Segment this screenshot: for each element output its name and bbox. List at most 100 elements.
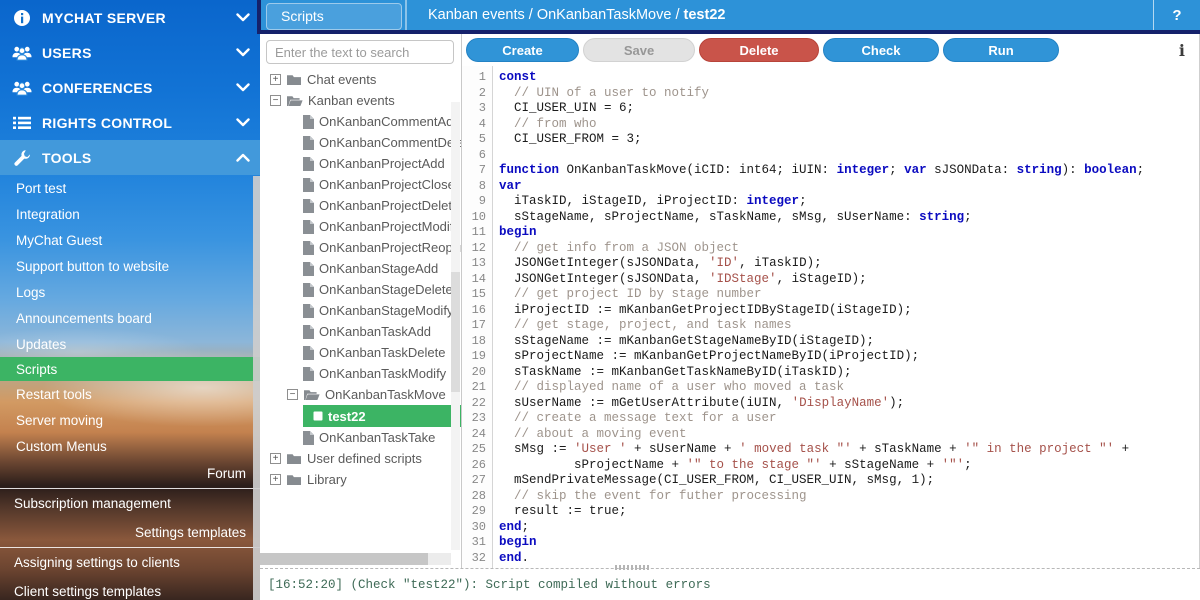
tree-item-test22[interactable]: test22 — [303, 405, 461, 427]
tree-item-onkanbancommentdelete[interactable]: OnKanbanCommentDelete — [260, 132, 461, 153]
tree-item-onkanbantaskdelete[interactable]: OnKanbanTaskDelete — [260, 342, 461, 363]
code-line: CI_USER_FROM = 3; — [499, 132, 1144, 148]
sidebar-item-client-settings-templates[interactable]: Client settings templates — [0, 577, 260, 600]
sidebar-subitem-announcements-board[interactable]: Announcements board — [0, 305, 260, 331]
sidebar-scrollbar[interactable] — [253, 176, 260, 600]
sidebar-item-label: USERS — [42, 45, 236, 61]
chevron-down-icon — [236, 114, 250, 132]
line-number: 12 — [462, 241, 486, 257]
sidebar-subitem-port-test[interactable]: Port test — [0, 175, 260, 201]
tree-item-kanban-events[interactable]: −Kanban events — [260, 90, 461, 111]
line-number: 17 — [462, 318, 486, 334]
expand-icon[interactable]: + — [270, 453, 281, 464]
sidebar-subitem-support-button-to-website[interactable]: Support button to website — [0, 253, 260, 279]
line-number: 29 — [462, 504, 486, 520]
folder-open-icon — [286, 94, 303, 107]
splitter-grip[interactable] — [615, 565, 651, 570]
tree-item-user-defined-scripts[interactable]: +User defined scripts — [260, 448, 461, 469]
sidebar-item-forum[interactable]: Forum — [0, 459, 260, 488]
tree-item-onkanbantaskmodify[interactable]: OnKanbanTaskModify — [260, 363, 461, 384]
sidebar-item-rights-control[interactable]: RIGHTS CONTROL — [0, 105, 260, 140]
tree-item-label: Library — [307, 472, 347, 487]
users-icon — [12, 43, 32, 63]
help-icon[interactable]: ? — [1154, 0, 1200, 30]
sidebar-item-label: RIGHTS CONTROL — [42, 115, 236, 131]
expand-icon[interactable]: + — [270, 474, 281, 485]
tree-item-onkanbanprojectclose[interactable]: OnKanbanProjectClose — [260, 174, 461, 195]
line-number: 11 — [462, 225, 486, 241]
tree-item-library[interactable]: + Library — [260, 469, 461, 490]
tree-item-onkanbancommentadd[interactable]: OnKanbanCommentAdd — [260, 111, 461, 132]
tree-horizontal-scrollbar[interactable] — [260, 553, 451, 565]
tab-scripts[interactable]: Scripts — [266, 3, 402, 30]
sidebar-item-mychat-server[interactable]: MYCHAT SERVER — [0, 0, 260, 35]
sidebar-subitem-scripts[interactable]: Scripts — [0, 357, 260, 381]
sidebar-subitem-server-moving[interactable]: Server moving — [0, 407, 260, 433]
line-number: 10 — [462, 210, 486, 226]
sidebar-subitem-logs[interactable]: Logs — [0, 279, 260, 305]
sidebar-item-users[interactable]: USERS — [0, 35, 260, 70]
code-lines[interactable]: const // UIN of a user to notify CI_USER… — [493, 66, 1144, 568]
sidebar-subitem-restart-tools[interactable]: Restart tools — [0, 381, 260, 407]
collapse-icon[interactable]: − — [270, 95, 281, 106]
sidebar-subitem-custom-menus[interactable]: Custom Menus — [0, 433, 260, 459]
tree-item-onkanbanstageadd[interactable]: OnKanbanStageAdd — [260, 258, 461, 279]
conferences-icon — [12, 78, 32, 98]
tree-item-onkanbantaskadd[interactable]: OnKanbanTaskAdd — [260, 321, 461, 342]
sidebar-subitem-mychat-guest[interactable]: MyChat Guest — [0, 227, 260, 253]
tree-item-chat-events[interactable]: +Chat events — [260, 69, 461, 90]
code-editor[interactable]: 1234567891011121314151617181920212223242… — [462, 66, 1199, 568]
tree-item-onkanbanprojectmodify[interactable]: OnKanbanProjectModify — [260, 216, 461, 237]
code-line: CI_USER_UIN = 6; — [499, 101, 1144, 117]
tab-scripts-label: Scripts — [281, 8, 324, 24]
script-file-icon — [303, 304, 314, 318]
create-button[interactable]: Create — [466, 38, 579, 62]
sidebar-item-label: MYCHAT SERVER — [42, 10, 236, 26]
panel-edge-divider — [257, 0, 261, 34]
code-line: mSendPrivateMessage(CI_USER_FROM, CI_USE… — [499, 473, 1144, 489]
tree-item-onkanbantasktake[interactable]: OnKanbanTaskTake — [260, 427, 461, 448]
tree-item-label: OnKanbanProjectAdd — [319, 156, 445, 171]
tree-item-onkanbanstagedelete[interactable]: OnKanbanStageDelete — [260, 279, 461, 300]
tree-item-onkanbanprojectreopen[interactable]: OnKanbanProjectReopen — [260, 237, 461, 258]
save-button[interactable]: Save — [583, 38, 695, 62]
script-tree: +Chat events−Kanban eventsOnKanbanCommen… — [260, 66, 461, 490]
info-icon[interactable]: i — [1179, 41, 1185, 60]
line-number: 18 — [462, 334, 486, 350]
tree-hscroll-thumb[interactable] — [260, 553, 428, 565]
check-button[interactable]: Check — [823, 38, 939, 62]
sidebar-item-conferences[interactable]: CONFERENCES — [0, 70, 260, 105]
sidebar-item-assigning-settings-to-clients[interactable]: Assigning settings to clients — [0, 548, 260, 577]
sidebar-subitem-updates[interactable]: Updates — [0, 331, 260, 357]
collapse-icon[interactable]: − — [287, 389, 298, 400]
code-line: sProjectName := mKanbanGetProjectNameByI… — [499, 349, 1144, 365]
script-tree-panel: +Chat events−Kanban eventsOnKanbanCommen… — [260, 34, 462, 568]
code-line: // from who — [499, 117, 1144, 133]
script-file-icon — [303, 115, 314, 129]
sidebar-item-tools[interactable]: TOOLS — [0, 140, 260, 175]
wrench-icon — [12, 148, 32, 168]
run-button[interactable]: Run — [943, 38, 1059, 62]
sidebar-item-subscription-management[interactable]: Subscription management — [0, 489, 260, 518]
script-file-icon — [303, 157, 314, 171]
line-number: 28 — [462, 489, 486, 505]
tree-vertical-scrollbar[interactable] — [451, 102, 460, 550]
line-number: 26 — [462, 458, 486, 474]
sidebar-item-settings-templates[interactable]: Settings templates — [0, 518, 260, 547]
tree-item-label: OnKanbanStageModify — [319, 303, 453, 318]
tree-vscroll-thumb[interactable] — [451, 272, 460, 392]
sidebar-subitem-integration[interactable]: Integration — [0, 201, 260, 227]
code-line: sProjectName + '" to the stage "' + sSta… — [499, 458, 1144, 474]
tree-item-onkanbanstagemodify[interactable]: OnKanbanStageModify — [260, 300, 461, 321]
line-number: 6 — [462, 148, 486, 164]
script-file-icon — [303, 431, 314, 445]
expand-icon[interactable]: + — [270, 74, 281, 85]
tree-item-onkanbanprojectadd[interactable]: OnKanbanProjectAdd — [260, 153, 461, 174]
search-input[interactable] — [266, 40, 454, 64]
tree-item-onkanbantaskmove[interactable]: −OnKanbanTaskMove — [260, 384, 461, 405]
delete-button[interactable]: Delete — [699, 38, 819, 62]
tree-item-onkanbanprojectdelete[interactable]: OnKanbanProjectDelete — [260, 195, 461, 216]
code-line: // UIN of a user to notify — [499, 86, 1144, 102]
folder-open-icon — [303, 388, 320, 401]
folder-closed-icon — [286, 473, 302, 486]
